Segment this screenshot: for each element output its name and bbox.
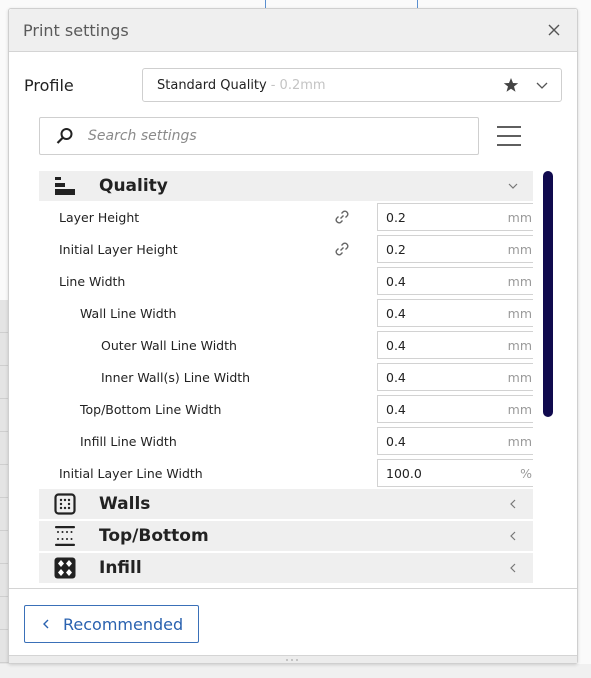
chevron-left-icon bbox=[510, 563, 516, 573]
viewport-edge-line bbox=[265, 0, 266, 8]
settings-scrollbar[interactable] bbox=[543, 171, 553, 417]
search-row bbox=[39, 117, 539, 155]
setting-row: Layer Height 0.2 mm bbox=[39, 201, 533, 233]
setting-unit: mm bbox=[507, 241, 532, 257]
close-icon bbox=[548, 24, 560, 35]
setting-row: Initial Layer Line Width 100.0% bbox=[39, 457, 533, 489]
viewport-edge-line bbox=[417, 0, 418, 8]
category-label: Infill bbox=[99, 558, 142, 578]
setting-unit: mm bbox=[507, 337, 532, 353]
category-walls[interactable]: Walls bbox=[39, 489, 533, 519]
setting-value: 0.4 bbox=[386, 401, 406, 417]
setting-value-input[interactable]: 0.2 mm bbox=[377, 235, 533, 263]
setting-value: 0.2 bbox=[386, 209, 406, 225]
walls-icon bbox=[51, 493, 79, 515]
top-bottom-icon bbox=[51, 525, 79, 547]
search-input[interactable] bbox=[88, 128, 448, 144]
setting-value: 0.2 bbox=[386, 241, 406, 257]
category-top-bottom[interactable]: Top/Bottom bbox=[39, 521, 533, 551]
setting-value-input[interactable]: 0.4 mm bbox=[377, 299, 533, 327]
setting-value: 0.4 bbox=[386, 369, 406, 385]
profile-label: Profile bbox=[24, 75, 74, 95]
profile-name: Standard Quality bbox=[157, 77, 267, 93]
chevron-left-icon bbox=[43, 619, 49, 629]
link-icon[interactable] bbox=[333, 240, 351, 258]
setting-row: Wall Line Width 0.4 mm bbox=[39, 297, 533, 329]
profile-dropdown[interactable]: Standard Quality - 0.2mm bbox=[142, 68, 562, 102]
hamburger-menu-icon bbox=[497, 126, 521, 128]
panel-resize-handle[interactable] bbox=[9, 655, 577, 663]
setting-unit: mm bbox=[507, 209, 532, 225]
setting-value: 0.4 bbox=[386, 337, 406, 353]
link-icon[interactable] bbox=[333, 208, 351, 226]
category-infill[interactable]: Infill bbox=[39, 553, 533, 583]
setting-row: Infill Line Width 0.4 mm bbox=[39, 425, 533, 457]
panel-header: Print settings bbox=[9, 9, 577, 52]
print-settings-panel: Print settings Profile Standard Quality … bbox=[8, 8, 578, 664]
search-box[interactable] bbox=[39, 117, 479, 155]
setting-row: Line Width 0.4 mm bbox=[39, 265, 533, 297]
setting-unit: % bbox=[520, 465, 532, 481]
setting-value-input[interactable]: 0.4 mm bbox=[377, 427, 533, 455]
setting-value-input[interactable]: 100.0% bbox=[377, 459, 533, 487]
panel-title: Print settings bbox=[23, 20, 129, 40]
quality-settings: Layer Height 0.2 mm Initial Layer Height 0.2… bbox=[39, 201, 533, 489]
category-quality[interactable]: Quality bbox=[39, 171, 533, 201]
category-label: Walls bbox=[99, 494, 151, 514]
close-button[interactable] bbox=[545, 21, 563, 40]
star-icon[interactable] bbox=[503, 77, 519, 93]
setting-row: Outer Wall Line Width 0.4 mm bbox=[39, 329, 533, 361]
setting-value-input[interactable]: 0.4 mm bbox=[377, 267, 533, 295]
quality-icon bbox=[51, 175, 79, 197]
setting-value-input[interactable]: 0.4 mm bbox=[377, 363, 533, 391]
chevron-left-icon bbox=[510, 499, 516, 509]
chevron-down-icon bbox=[508, 183, 518, 189]
setting-value-input[interactable]: 0.2 mm bbox=[377, 203, 533, 231]
category-label: Top/Bottom bbox=[99, 526, 209, 546]
setting-value: 100.0 bbox=[386, 465, 422, 481]
profile-row: Profile Standard Quality - 0.2mm bbox=[24, 68, 562, 102]
viewport-background-bottom bbox=[0, 664, 591, 678]
setting-value-input[interactable]: 0.4 mm bbox=[377, 331, 533, 359]
setting-row: Top/Bottom Line Width 0.4 mm bbox=[39, 393, 533, 425]
chevron-left-icon bbox=[510, 531, 516, 541]
setting-unit: mm bbox=[507, 305, 532, 321]
setting-row: Initial Layer Height 0.2 mm bbox=[39, 233, 533, 265]
setting-value: 0.4 bbox=[386, 433, 406, 449]
category-label: Quality bbox=[99, 176, 168, 196]
footer-divider bbox=[9, 588, 577, 589]
recommended-label: Recommended bbox=[63, 614, 184, 634]
setting-row: Inner Wall(s) Line Width 0.4 mm bbox=[39, 361, 533, 393]
settings-visibility-menu-button[interactable] bbox=[497, 126, 521, 146]
recommended-button[interactable]: Recommended bbox=[24, 605, 199, 643]
setting-unit: mm bbox=[507, 401, 532, 417]
setting-value: 0.4 bbox=[386, 305, 406, 321]
setting-value-input[interactable]: 0.4 mm bbox=[377, 395, 533, 423]
setting-unit: mm bbox=[507, 369, 532, 385]
setting-unit: mm bbox=[507, 433, 532, 449]
profile-layer-height: - 0.2mm bbox=[270, 77, 326, 93]
grip-icon bbox=[286, 658, 300, 661]
setting-unit: mm bbox=[507, 273, 532, 289]
search-icon bbox=[56, 128, 73, 144]
settings-list: Quality Layer Height 0.2 mm Initial Layer H… bbox=[39, 171, 533, 586]
chevron-down-icon bbox=[536, 82, 548, 89]
infill-icon bbox=[51, 557, 79, 579]
setting-value: 0.4 bbox=[386, 273, 406, 289]
